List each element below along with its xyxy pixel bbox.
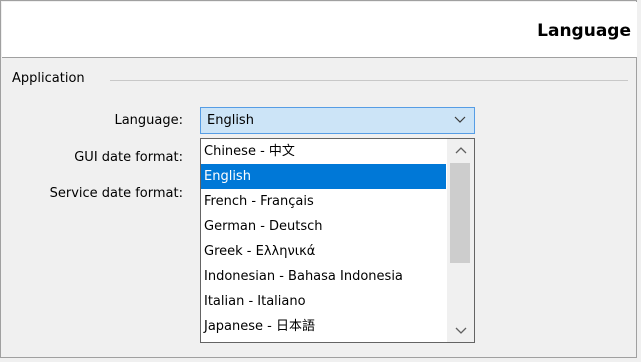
language-option-selected[interactable]: English bbox=[201, 164, 446, 189]
language-combobox[interactable]: English bbox=[200, 107, 475, 134]
language-option[interactable]: Italian - Italiano bbox=[201, 289, 446, 314]
page-header: Language bbox=[2, 2, 637, 58]
group-title-application: Application bbox=[12, 71, 91, 86]
language-option[interactable]: Indonesian - Bahasa Indonesia bbox=[201, 264, 446, 289]
scroll-down-icon[interactable] bbox=[447, 320, 474, 342]
language-option[interactable]: French - Français bbox=[201, 189, 446, 214]
language-option[interactable]: Japanese - 日本語 bbox=[201, 314, 446, 339]
group-separator bbox=[110, 80, 628, 81]
language-option[interactable]: German - Deutsch bbox=[201, 214, 446, 239]
chevron-down-icon[interactable] bbox=[454, 112, 466, 126]
language-option[interactable]: Greek - Ελληνικά bbox=[201, 239, 446, 264]
service-date-format-label: Service date format: bbox=[49, 186, 183, 201]
page-title: Language bbox=[537, 21, 631, 41]
scrollbar-thumb[interactable] bbox=[450, 163, 470, 263]
scroll-up-icon[interactable] bbox=[447, 139, 474, 161]
language-label: Language: bbox=[114, 113, 183, 128]
language-dropdown-list[interactable]: Chinese - 中文 English French - Français G… bbox=[200, 138, 475, 343]
language-option[interactable]: Chinese - 中文 bbox=[201, 139, 446, 164]
language-combobox-value: English bbox=[207, 113, 254, 128]
language-options: Chinese - 中文 English French - Français G… bbox=[201, 139, 446, 339]
gui-date-format-label: GUI date format: bbox=[74, 150, 183, 165]
dropdown-scrollbar[interactable] bbox=[447, 139, 474, 342]
